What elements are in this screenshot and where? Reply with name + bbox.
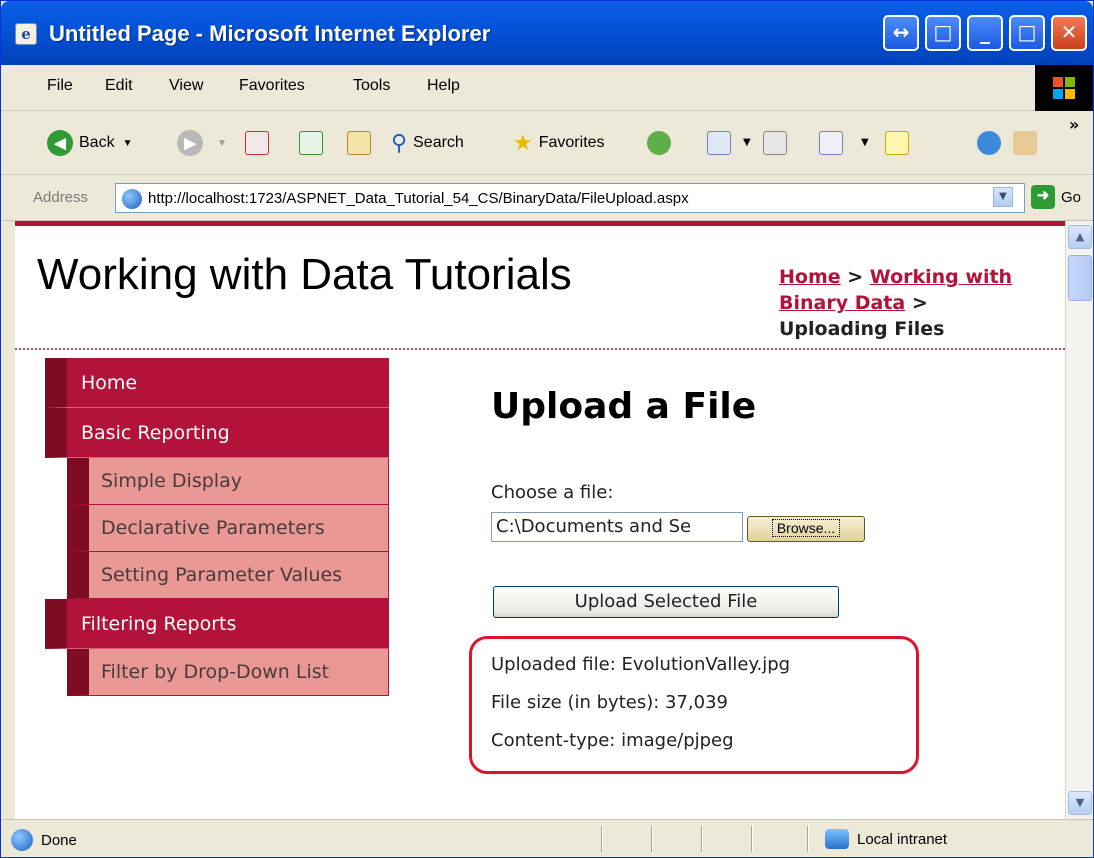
- zone-label: Local intranet: [857, 830, 948, 848]
- sidebar-item-simple-display[interactable]: Simple Display: [67, 458, 389, 505]
- sidebar-item-basic-reporting[interactable]: Basic Reporting: [45, 408, 389, 458]
- messenger-icon[interactable]: [977, 131, 1001, 155]
- address-label: Address: [33, 189, 89, 206]
- status-divider: [751, 826, 753, 852]
- address-url: http://localhost:1723/ASPNET_Data_Tutori…: [148, 189, 689, 207]
- breadcrumb: Home > Working with Binary Data > Upload…: [779, 264, 1049, 342]
- address-bar: Address http://localhost:1723/ASPNET_Dat…: [1, 175, 1093, 221]
- breadcrumb-separator: >: [905, 292, 928, 314]
- scroll-thumb[interactable]: [1068, 255, 1092, 301]
- star-icon: ★: [513, 130, 533, 155]
- title-bar: e Untitled Page - Microsoft Internet Exp…: [1, 1, 1093, 65]
- scroll-up-icon[interactable]: ▲: [1068, 225, 1092, 249]
- mail-icon[interactable]: [707, 131, 731, 155]
- maximize-button[interactable]: □: [1009, 15, 1045, 51]
- status-divider: [601, 826, 603, 852]
- header-divider: [15, 348, 1065, 350]
- print-icon[interactable]: [763, 131, 787, 155]
- status-text: Done: [11, 829, 77, 851]
- page-heading: Upload a File: [491, 386, 757, 427]
- back-label: Back: [79, 134, 115, 151]
- page-status-icon: [11, 829, 33, 851]
- status-divider: [701, 826, 703, 852]
- go-label: Go: [1061, 188, 1082, 206]
- favorites-label: Favorites: [538, 134, 605, 151]
- stop-icon[interactable]: [245, 131, 269, 155]
- address-dropdown-icon[interactable]: ▼: [993, 187, 1013, 207]
- scroll-down-icon[interactable]: ▼: [1068, 791, 1092, 815]
- menu-favorites[interactable]: Favorites: [239, 77, 305, 95]
- restore-button[interactable]: ↔: [883, 15, 919, 51]
- back-dropdown-icon[interactable]: ▼: [123, 138, 133, 149]
- browser-window: e Untitled Page - Microsoft Internet Exp…: [0, 0, 1094, 858]
- close-button[interactable]: ✕: [1051, 15, 1087, 51]
- breadcrumb-separator: >: [840, 266, 870, 288]
- intranet-icon: [825, 829, 849, 849]
- search-icon: ⚲: [391, 130, 408, 155]
- page-icon: [122, 189, 142, 209]
- upload-selected-file-button[interactable]: Upload Selected File: [493, 586, 839, 618]
- forward-arrow-icon: ▶: [177, 130, 203, 156]
- menu-edit[interactable]: Edit: [105, 77, 133, 95]
- maximize-alt-button[interactable]: □: [925, 15, 961, 51]
- browse-button[interactable]: Browse...: [747, 516, 865, 542]
- refresh-icon[interactable]: [299, 131, 323, 155]
- standard-toolbar: ◀ Back ▼ ▶ ▼ ⚲ Search ★ Favorites ▼ ▼ »: [1, 111, 1093, 175]
- site-title: Working with Data Tutorials: [37, 250, 572, 299]
- windows-logo-icon: [1035, 65, 1093, 111]
- sidebar-item-filter-dropdown[interactable]: Filter by Drop-Down List: [67, 649, 389, 696]
- status-bar: Done Local intranet: [1, 819, 1093, 857]
- browse-label: Browse...: [771, 519, 841, 537]
- go-button[interactable]: ➜ Go: [1031, 185, 1081, 209]
- uploaded-file-text: Uploaded file: EvolutionValley.jpg: [491, 654, 791, 675]
- menu-help[interactable]: Help: [427, 77, 460, 95]
- toolbar-overflow-icon[interactable]: »: [1069, 115, 1079, 134]
- vertical-scrollbar[interactable]: ▲ ▼: [1065, 221, 1093, 819]
- menu-file[interactable]: File: [47, 77, 73, 95]
- file-size-text: File size (in bytes): 37,039: [491, 692, 728, 713]
- search-label: Search: [413, 134, 464, 151]
- status-label: Done: [41, 831, 77, 849]
- minimize-button[interactable]: _: [967, 15, 1003, 51]
- sidebar-item-setting-parameter-values[interactable]: Setting Parameter Values: [67, 552, 389, 599]
- breadcrumb-current: Uploading Files: [779, 318, 945, 340]
- menu-tools[interactable]: Tools: [353, 77, 390, 95]
- menu-bar: File Edit View Favorites Tools Help: [1, 65, 1093, 111]
- home-icon[interactable]: [347, 131, 371, 155]
- mail-dropdown-icon[interactable]: ▼: [743, 137, 751, 148]
- back-arrow-icon: ◀: [47, 130, 73, 156]
- sidebar-nav: Home Basic Reporting Simple Display Decl…: [45, 358, 389, 696]
- status-divider: [807, 826, 809, 852]
- status-divider: [651, 826, 653, 852]
- go-arrow-icon: ➜: [1031, 185, 1055, 209]
- file-path-input[interactable]: C:\Documents and Se: [491, 512, 743, 542]
- sidebar-item-filtering-reports[interactable]: Filtering Reports: [45, 599, 389, 649]
- research-icon[interactable]: [1013, 131, 1037, 155]
- menu-view[interactable]: View: [169, 77, 203, 95]
- edit-word-icon[interactable]: [819, 131, 843, 155]
- page-viewport: Working with Data Tutorials Home > Worki…: [15, 221, 1065, 819]
- back-button[interactable]: ◀ Back ▼: [47, 129, 132, 157]
- search-button[interactable]: ⚲ Search: [391, 129, 464, 157]
- ie-page-icon: e: [15, 23, 37, 45]
- forward-dropdown-icon[interactable]: ▼: [217, 138, 227, 149]
- edit-dropdown-icon[interactable]: ▼: [861, 137, 869, 148]
- choose-file-label: Choose a file:: [491, 482, 614, 503]
- content-type-text: Content-type: image/pjpeg: [491, 730, 734, 751]
- security-zone: Local intranet: [825, 829, 947, 849]
- breadcrumb-home-link[interactable]: Home: [779, 266, 841, 288]
- window-title: Untitled Page - Microsoft Internet Explo…: [49, 21, 491, 46]
- sidebar-item-home[interactable]: Home: [45, 358, 389, 408]
- favorites-button[interactable]: ★ Favorites: [513, 129, 605, 157]
- media-icon[interactable]: [647, 131, 671, 155]
- address-input[interactable]: http://localhost:1723/ASPNET_Data_Tutori…: [115, 183, 1025, 213]
- forward-button[interactable]: ▶ ▼: [177, 129, 227, 157]
- discuss-icon[interactable]: [885, 131, 909, 155]
- sidebar-item-declarative-parameters[interactable]: Declarative Parameters: [67, 505, 389, 552]
